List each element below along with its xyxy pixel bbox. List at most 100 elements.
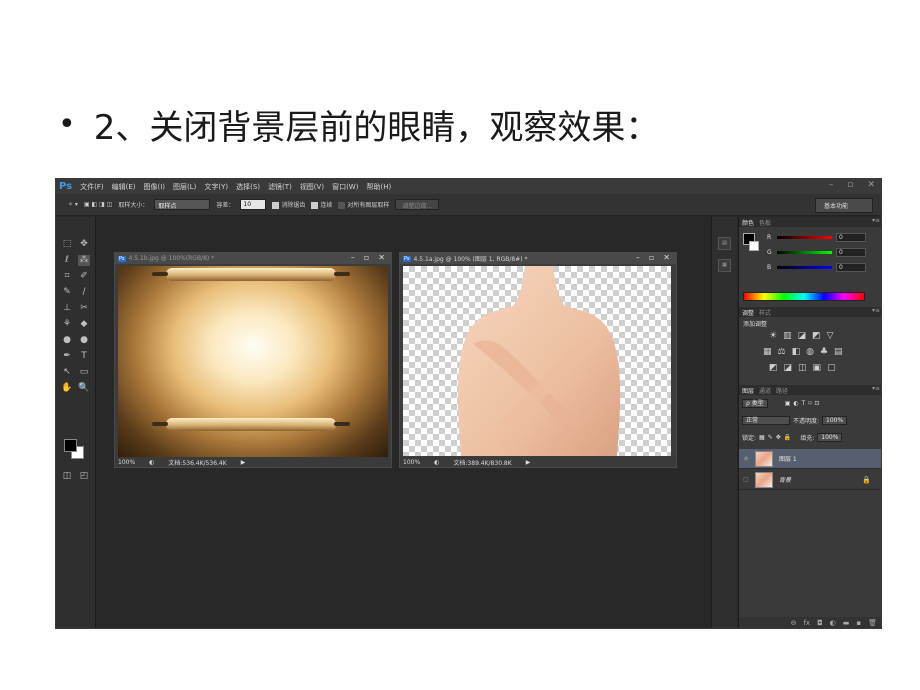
color-balance-icon[interactable]: ⚖	[778, 347, 786, 357]
eyedropper-tool-icon[interactable]: ✐	[78, 271, 90, 282]
hand-tool-icon[interactable]: ✋	[61, 383, 73, 394]
new-group-icon[interactable]: ▬	[843, 619, 850, 627]
tab-swatches[interactable]: 色板	[759, 218, 771, 227]
layer-name[interactable]: 图层 1	[779, 454, 797, 463]
lasso-tool-icon[interactable]: ℓ	[61, 255, 73, 266]
marquee-tool-icon[interactable]: ⬚	[61, 239, 73, 250]
panel-menu-icon[interactable]: ▾≡	[872, 385, 880, 392]
filter-pixel-icon[interactable]: ▣	[785, 400, 791, 407]
status-info-icon[interactable]: ◐	[149, 459, 154, 466]
maximize-button[interactable]: ▫	[364, 253, 369, 262]
minimize-button[interactable]: –	[351, 253, 355, 262]
menu-image[interactable]: 图像(I)	[144, 182, 166, 192]
red-value-input[interactable]: 0	[836, 233, 866, 242]
layer-name[interactable]: 背景	[779, 475, 791, 484]
figure-image-canvas[interactable]	[403, 266, 671, 456]
tab-paths[interactable]: 路径	[776, 386, 788, 395]
black-white-icon[interactable]: ◧	[792, 347, 801, 357]
curves-icon[interactable]: ◪	[798, 331, 807, 341]
new-layer-icon[interactable]: ▪	[856, 619, 861, 627]
sample-size-select[interactable]: 取样点	[154, 199, 211, 210]
channel-mixer-icon[interactable]: ♣	[820, 347, 828, 357]
delete-layer-icon[interactable]: 🗑	[868, 619, 877, 627]
tab-layers[interactable]: 图层	[742, 386, 754, 395]
menu-view[interactable]: 视图(V)	[300, 182, 324, 192]
zoom-level[interactable]: 100%	[403, 459, 420, 466]
menu-select[interactable]: 选择(S)	[236, 182, 260, 192]
paint-bucket-tool-icon[interactable]: ◆	[78, 319, 90, 330]
quick-mask-icon[interactable]: ◫	[61, 471, 73, 482]
eraser-tool-icon[interactable]: ⚘	[61, 319, 73, 330]
invert-icon[interactable]: ◩	[769, 363, 778, 373]
tolerance-input[interactable]: 10	[240, 199, 267, 210]
status-info-icon[interactable]: ◐	[434, 459, 439, 466]
posterize-icon[interactable]: ◪	[784, 363, 793, 373]
lock-all-icon[interactable]: 🔒	[784, 434, 791, 441]
antialias-checkbox[interactable]: 消除锯齿	[272, 200, 305, 209]
fill-input[interactable]: 100%	[817, 433, 843, 442]
tab-channels[interactable]: 通道	[759, 386, 771, 395]
dodge-tool-icon[interactable]: ●	[78, 335, 90, 346]
menu-window[interactable]: 窗口(W)	[332, 182, 358, 192]
photo-filter-icon[interactable]: ◍	[806, 347, 814, 357]
menu-type[interactable]: 文字(Y)	[204, 182, 228, 192]
tab-color[interactable]: 颜色	[742, 218, 754, 227]
foreground-color-swatch[interactable]	[64, 439, 77, 452]
path-selection-tool-icon[interactable]: ↖	[61, 367, 73, 378]
lock-position-icon[interactable]: ✥	[776, 434, 781, 441]
refine-edge-button[interactable]: 调整边缘...	[395, 199, 440, 210]
brush-tool-icon[interactable]: ∕	[78, 287, 90, 298]
vibrance-icon[interactable]: ▽	[827, 331, 834, 341]
rectangle-tool-icon[interactable]: ▭	[78, 367, 90, 378]
healing-brush-tool-icon[interactable]: ✎	[61, 287, 73, 298]
pen-tool-icon[interactable]: ✒	[61, 351, 73, 362]
contiguous-checkbox[interactable]: 连续	[311, 200, 332, 209]
red-slider[interactable]	[777, 236, 832, 239]
layer-row-background[interactable]: ▢ 背景 🔒	[739, 470, 881, 490]
exposure-icon[interactable]: ◩	[812, 331, 821, 341]
add-mask-icon[interactable]: ◘	[817, 619, 823, 627]
adjustment-layer-icon[interactable]: ◐	[830, 619, 836, 627]
color-background-swatch[interactable]	[749, 241, 759, 251]
filter-adjustment-icon[interactable]: ◐	[793, 400, 798, 407]
menu-filter[interactable]: 滤镜(T)	[268, 182, 292, 192]
panel-menu-icon[interactable]: ▾≡	[872, 307, 880, 314]
blue-slider[interactable]	[777, 266, 832, 269]
document-titlebar[interactable]: Ps 4.5.1a.jpg @ 100% (图层 1, RGB/8#) * – …	[400, 253, 676, 264]
green-value-input[interactable]: 0	[836, 248, 866, 257]
close-button[interactable]: ✕	[867, 180, 875, 190]
workspace-select[interactable]: 基本功能	[815, 198, 873, 213]
type-tool-icon[interactable]: T	[78, 351, 90, 362]
menu-layer[interactable]: 图层(L)	[173, 182, 196, 192]
history-panel-icon[interactable]: ▤	[718, 237, 731, 250]
levels-icon[interactable]: ▥	[783, 331, 792, 341]
selective-color-icon[interactable]: ▣	[813, 363, 822, 373]
zoom-level[interactable]: 100%	[118, 459, 135, 466]
screen-mode-icon[interactable]: ◰	[78, 471, 90, 482]
filter-shape-icon[interactable]: ⌑	[808, 400, 811, 407]
hue-saturation-icon[interactable]: ▦	[763, 347, 772, 357]
layer-filter-select[interactable]: ρ 类型	[742, 399, 768, 408]
color-lookup-icon[interactable]: ▤	[834, 347, 843, 357]
blue-value-input[interactable]: 0	[836, 263, 866, 272]
minimize-button[interactable]: –	[636, 253, 640, 262]
menu-file[interactable]: 文件(F)	[80, 182, 104, 192]
document-titlebar[interactable]: Ps 4.5.1b.jpg @ 100%(RGB/8) * – ▫ ✕	[115, 253, 391, 264]
magic-wand-tool-icon[interactable]: ⁂	[78, 255, 90, 266]
color-spectrum-bar[interactable]	[743, 292, 865, 301]
threshold-icon[interactable]: ◫	[798, 363, 807, 373]
tab-styles[interactable]: 样式	[759, 308, 771, 317]
maximize-button[interactable]: ▫	[649, 253, 654, 262]
status-arrow-icon[interactable]: ▶	[526, 459, 531, 466]
tab-adjustments[interactable]: 调整	[742, 308, 754, 317]
menu-help[interactable]: 帮助(H)	[366, 182, 391, 192]
lock-transparent-icon[interactable]: ▦	[759, 434, 765, 441]
eye-visibility-off-icon[interactable]: ▢	[739, 476, 753, 483]
eye-visibility-icon[interactable]: ◉	[739, 455, 753, 462]
crop-tool-icon[interactable]: ⌗	[61, 271, 73, 282]
history-brush-tool-icon[interactable]: ✂	[78, 303, 90, 314]
green-slider[interactable]	[777, 251, 832, 254]
close-button[interactable]: ✕	[663, 253, 670, 262]
move-tool-icon[interactable]: ✥	[78, 239, 90, 250]
scroll-image-canvas[interactable]	[118, 266, 388, 458]
